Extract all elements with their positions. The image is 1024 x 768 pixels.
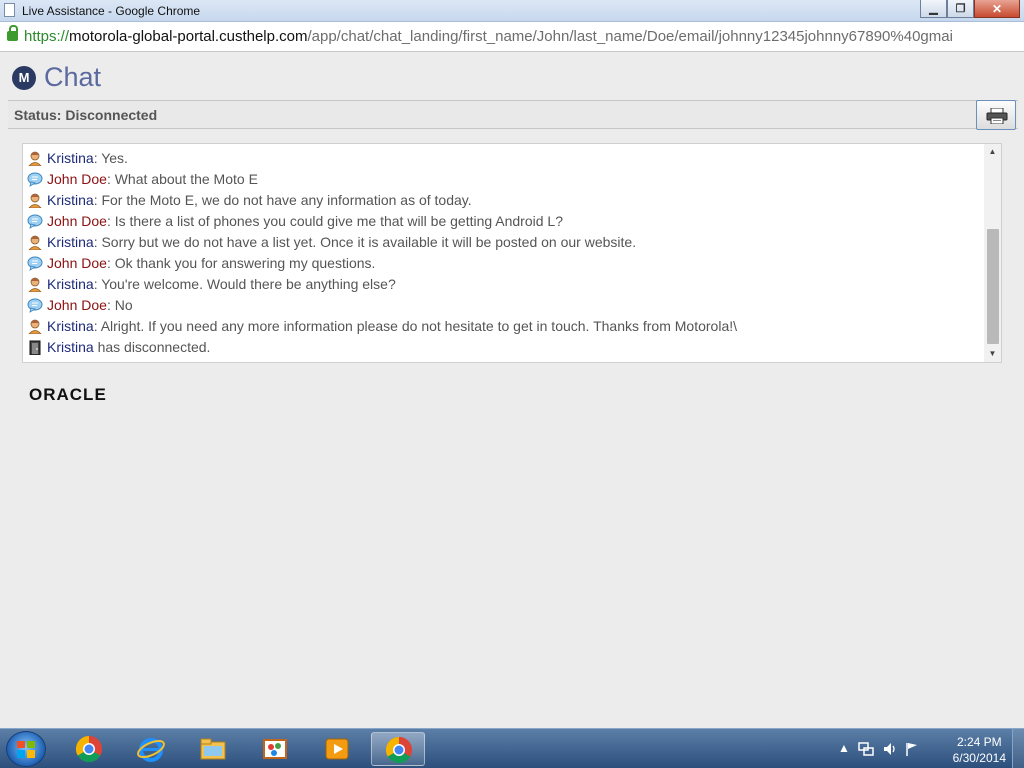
minimize-icon: ▁: [929, 3, 938, 15]
close-icon: ✕: [991, 2, 1003, 16]
chrome-icon: [384, 735, 414, 768]
window-title-bar[interactable]: Live Assistance - Google Chrome ▁ ❐ ✕: [0, 0, 1024, 22]
chat-message: Kristina: Sorry but we do not have a lis…: [27, 232, 981, 253]
door-exit-icon: [27, 340, 43, 356]
action-center-flag-icon[interactable]: [904, 741, 920, 757]
scroll-up-arrow-icon[interactable]: ▲: [984, 145, 1001, 159]
url-scheme: https://: [24, 28, 70, 45]
url-host: motorola-global-portal.custhelp.com: [69, 28, 308, 45]
message-text: No: [110, 297, 133, 313]
chat-message: John Doe: What about the Moto E: [27, 169, 981, 190]
internet-explorer-icon: [136, 734, 166, 768]
start-button[interactable]: [6, 731, 46, 767]
message-text: Is there a list of phones you could give…: [110, 213, 563, 229]
agent-avatar-icon: [27, 193, 43, 209]
taskbar-chrome-button[interactable]: [371, 732, 425, 766]
agent-avatar-icon: [27, 235, 43, 251]
agent-name: Kristina: [47, 318, 94, 334]
status-bar: Status: Disconnected: [8, 100, 1018, 130]
url-text[interactable]: https://motorola-global-portal.custhelp.…: [24, 28, 953, 45]
clock-time: 2:24 PM: [956, 735, 1002, 749]
taskbar: ▲ 2:24 PM 6/30/2014: [0, 728, 1024, 768]
message-text: has disconnected.: [93, 339, 211, 355]
chat-transcript[interactable]: Kristina: Yes. John Doe: What about the M…: [22, 143, 1002, 363]
message-text: Yes.: [97, 150, 128, 166]
message-text: Sorry but we do not have a list yet. Onc…: [97, 234, 637, 250]
chat-header: M Chat: [10, 58, 410, 98]
agent-name: Kristina: [47, 339, 94, 355]
chat-message: Kristina: For the Moto E, we do not have…: [27, 190, 981, 211]
chat-message: Kristina: Yes.: [27, 148, 981, 169]
status-text: Status: Disconnected: [14, 107, 158, 123]
chat-bubble-icon: [27, 172, 43, 187]
minimize-button[interactable]: ▁: [920, 0, 947, 18]
close-button[interactable]: ✕: [974, 0, 1020, 18]
taskbar-internet-explorer-button[interactable]: [124, 732, 178, 766]
message-text: What about the Moto E: [110, 171, 258, 187]
chat-message: John Doe: Is there a list of phones you …: [27, 211, 981, 232]
message-text: For the Moto E, we do not have any infor…: [97, 192, 472, 208]
oracle-logo: ORACLE: [29, 385, 107, 404]
clock[interactable]: 2:24 PM 6/30/2014: [953, 734, 1006, 766]
user-name: John Doe: [47, 213, 107, 229]
user-name: John Doe: [47, 255, 107, 271]
system-tray: ▲ 2:24 PM 6/30/2014: [834, 729, 1024, 768]
tray-expand-icon[interactable]: ▲: [838, 741, 850, 755]
taskbar-chrome-button[interactable]: [62, 732, 116, 766]
taskbar-media-player-button[interactable]: [310, 732, 364, 766]
taskbar-file-explorer-button[interactable]: [186, 732, 240, 766]
chat-message: Kristina: You're welcome. Would there be…: [27, 274, 981, 295]
agent-name: Kristina: [47, 192, 94, 208]
clock-date: 6/30/2014: [952, 751, 1006, 765]
network-icon[interactable]: [858, 741, 874, 757]
chat-message: John Doe: No: [27, 295, 981, 316]
chrome-icon: [74, 734, 104, 768]
agent-avatar-icon: [27, 319, 43, 335]
agent-name: Kristina: [47, 234, 94, 250]
chat-message: Kristina: Alright. If you need any more …: [27, 316, 981, 337]
volume-icon[interactable]: [882, 741, 898, 757]
scroll-down-arrow-icon[interactable]: ▼: [984, 347, 1001, 361]
address-bar[interactable]: https://motorola-global-portal.custhelp.…: [0, 22, 1024, 52]
transcript-scrollbar[interactable]: ▲ ▼: [984, 144, 1001, 362]
message-list: Kristina: Yes. John Doe: What about the M…: [27, 148, 981, 358]
restore-button[interactable]: ❐: [947, 0, 974, 18]
user-name: John Doe: [47, 171, 107, 187]
paint-app-icon: [260, 734, 290, 768]
show-desktop-button[interactable]: [1012, 729, 1024, 768]
url-path: /app/chat/chat_landing/first_name/John/l…: [307, 28, 953, 45]
file-explorer-icon: [198, 734, 228, 768]
chat-bubble-icon: [27, 298, 43, 313]
message-text: Alright. If you need any more informatio…: [97, 318, 738, 334]
media-player-icon: [322, 734, 352, 768]
user-name: John Doe: [47, 297, 107, 313]
chat-bubble-icon: [27, 256, 43, 271]
window-title: Live Assistance - Google Chrome: [22, 4, 201, 18]
page-title: Chat: [44, 62, 102, 92]
page-icon: [4, 3, 15, 17]
restore-icon: ❐: [955, 3, 966, 15]
agent-name: Kristina: [47, 150, 94, 166]
windows-logo-icon: [17, 741, 35, 758]
motorola-logo-icon: M: [12, 66, 36, 90]
message-text: You're welcome. Would there be anything …: [97, 276, 396, 292]
message-text: Ok thank you for answering my questions.: [110, 255, 376, 271]
print-button[interactable]: [976, 100, 1016, 130]
chat-message: Kristina has disconnected.: [27, 337, 981, 358]
agent-avatar-icon: [27, 151, 43, 167]
scroll-thumb[interactable]: [987, 229, 999, 344]
taskbar-paint-app-button[interactable]: [248, 732, 302, 766]
agent-name: Kristina: [47, 276, 94, 292]
lock-icon[interactable]: [7, 25, 18, 41]
chat-bubble-icon: [27, 214, 43, 229]
chat-message: John Doe: Ok thank you for answering my …: [27, 253, 981, 274]
agent-avatar-icon: [27, 277, 43, 293]
printer-icon: [986, 108, 1008, 124]
window-controls: ▁ ❐ ✕: [920, 0, 1020, 18]
